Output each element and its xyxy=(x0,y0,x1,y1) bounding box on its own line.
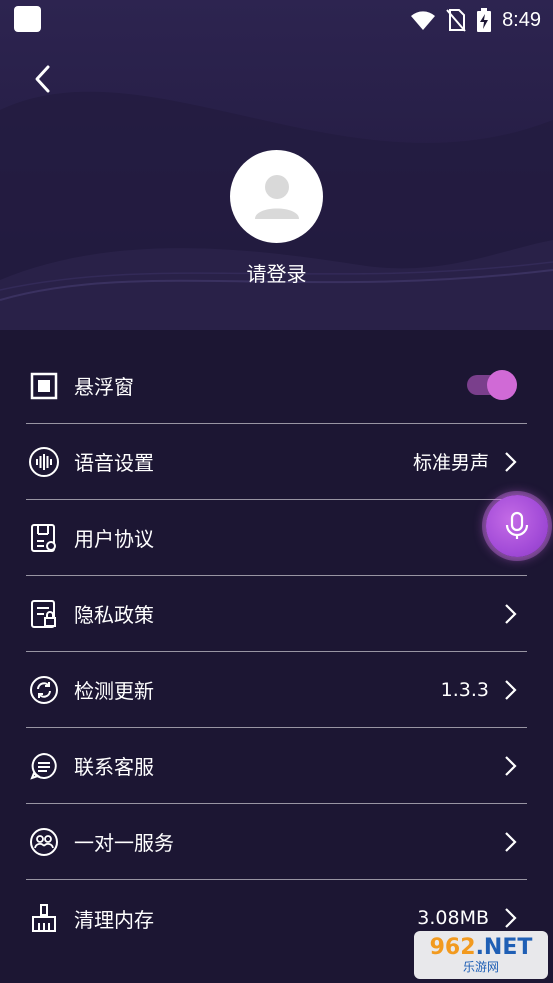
broom-icon xyxy=(28,902,60,934)
menu-item-user-agreement[interactable]: 用户协议 xyxy=(26,500,527,576)
toggle-knob xyxy=(487,370,517,400)
avatar[interactable] xyxy=(230,150,323,243)
menu-item-label: 联系客服 xyxy=(74,755,154,779)
chevron-right-icon xyxy=(501,602,519,626)
menu-item-voice-settings[interactable]: 语音设置 标准男声 xyxy=(26,424,527,500)
menu-item-label: 语音设置 xyxy=(74,451,154,475)
voice-wave-icon xyxy=(28,446,60,478)
settings-menu: 悬浮窗 语音设置 标准男声 用户协议 隐私政策 检测更新 1.3.3 联系客服 … xyxy=(26,348,527,956)
menu-item-label: 检测更新 xyxy=(74,679,154,703)
one-on-one-icon xyxy=(28,826,60,858)
menu-item-label: 用户协议 xyxy=(74,527,154,551)
menu-item-check-update[interactable]: 检测更新 1.3.3 xyxy=(26,652,527,728)
wifi-icon xyxy=(411,11,436,30)
voice-assistant-button[interactable] xyxy=(486,495,548,557)
login-link[interactable]: 请登录 xyxy=(0,258,553,287)
chevron-right-icon xyxy=(501,678,519,702)
floating-window-toggle[interactable] xyxy=(467,370,517,400)
app-version-value: 1.3.3 xyxy=(440,678,489,701)
menu-item-contact-support[interactable]: 联系客服 xyxy=(26,728,527,804)
chevron-right-icon xyxy=(501,830,519,854)
status-icons: 8:49 xyxy=(410,6,541,34)
no-sim-icon xyxy=(446,9,466,32)
voice-setting-value: 标准男声 xyxy=(412,452,489,474)
floating-window-icon xyxy=(28,370,60,402)
status-bar: 8:49 xyxy=(0,0,553,40)
chevron-right-icon xyxy=(501,906,519,930)
menu-item-label: 隐私政策 xyxy=(74,603,154,627)
agreement-icon xyxy=(28,522,60,554)
menu-item-label: 悬浮窗 xyxy=(74,375,134,399)
menu-item-label: 一对一服务 xyxy=(74,831,174,855)
chevron-left-icon xyxy=(35,65,50,93)
memory-size-value: 3.08MB xyxy=(417,907,489,929)
status-time: 8:49 xyxy=(502,8,541,31)
chevron-right-icon xyxy=(501,754,519,778)
watermark-digits: 962 xyxy=(429,935,476,960)
watermark-site-name: 乐游网 xyxy=(462,960,499,974)
menu-item-privacy-policy[interactable]: 隐私政策 xyxy=(26,576,527,652)
user-placeholder-icon xyxy=(254,174,299,219)
refresh-icon xyxy=(28,674,60,706)
site-watermark: 962.NET 乐游网 xyxy=(414,931,548,979)
menu-item-label: 清理内存 xyxy=(74,907,154,932)
menu-item-floating-window: 悬浮窗 xyxy=(26,348,527,424)
microphone-icon xyxy=(505,511,529,539)
battery-charging-icon xyxy=(477,8,492,32)
back-button[interactable] xyxy=(26,62,60,96)
chat-bubble-icon xyxy=(28,750,60,782)
watermark-suffix: .NET xyxy=(475,935,533,960)
watermark-logo-text: 962.NET xyxy=(430,936,533,960)
menu-item-one-on-one[interactable]: 一对一服务 xyxy=(26,804,527,880)
app-notification-icon xyxy=(14,6,41,32)
chevron-right-icon xyxy=(501,450,519,474)
privacy-policy-icon xyxy=(28,598,60,630)
